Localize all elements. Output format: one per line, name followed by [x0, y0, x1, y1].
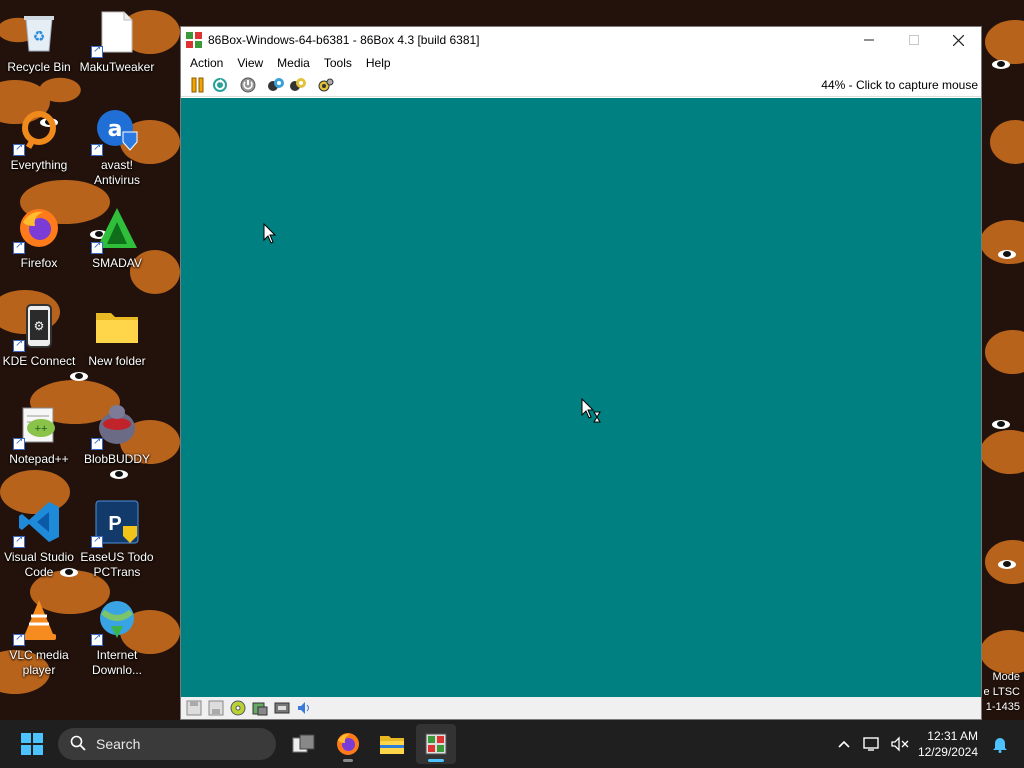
- desktop-icon-label: MakuTweaker: [79, 60, 155, 74]
- clock-time: 12:31 AM: [927, 729, 978, 743]
- menu-view[interactable]: View: [230, 53, 270, 73]
- folder-icon: [95, 304, 139, 348]
- speaker-muted-icon[interactable]: [886, 728, 914, 760]
- sound-volume-icon[interactable]: [293, 698, 315, 718]
- taskbar-firefox-button[interactable]: [328, 724, 368, 764]
- floppy-drive-a-icon[interactable]: [183, 698, 205, 718]
- desktop-icon-smadav[interactable]: SMADAV: [78, 206, 156, 271]
- floppy-drive-b-icon[interactable]: [205, 698, 227, 718]
- toolbar: 44% - Click to capture mouse: [181, 73, 981, 97]
- desktop-icon-vlc[interactable]: VLC media player: [0, 598, 78, 678]
- ctrl-alt-esc-button[interactable]: [287, 75, 309, 95]
- search-icon: [70, 735, 86, 754]
- desktop-icon-label: EaseUS Todo PCTrans: [80, 550, 154, 579]
- window-title: 86Box-Windows-64-b6381 - 86Box 4.3 [buil…: [208, 33, 480, 47]
- svg-text:a: a: [108, 117, 123, 142]
- windows-version-watermark: Mode e LTSC 1-1435: [983, 671, 1020, 713]
- svg-text:♻: ♻: [33, 28, 46, 44]
- acpi-shutdown-button[interactable]: [237, 75, 259, 95]
- 86box-app-icon[interactable]: [186, 32, 202, 48]
- desktop-icon-label: SMADAV: [92, 256, 142, 270]
- desktop-icon-label: Notepad++: [9, 452, 69, 466]
- pause-button[interactable]: [187, 75, 209, 95]
- taskbar: Search 12:31 AM 12/29/2024: [0, 720, 1024, 768]
- minimize-button[interactable]: [846, 27, 891, 53]
- network-adapter-icon[interactable]: [271, 698, 293, 718]
- desktop-icon-vscode[interactable]: Visual Studio Code: [0, 500, 78, 580]
- everything-search-icon: [13, 108, 61, 156]
- svg-text:P: P: [108, 513, 121, 535]
- menu-help[interactable]: Help: [359, 53, 398, 73]
- notification-bell-icon[interactable]: [986, 728, 1014, 760]
- desktop-icon-label: Everything: [10, 158, 68, 172]
- settings-gear-icon[interactable]: [315, 75, 337, 95]
- cdrom-drive-icon[interactable]: [227, 698, 249, 718]
- smadav-icon: [91, 206, 139, 254]
- desktop-icon-label: Recycle Bin: [7, 60, 71, 74]
- taskbar-file-explorer-button[interactable]: [372, 724, 412, 764]
- desktop-icon-notepadpp[interactable]: ++ Notepad++: [0, 402, 78, 467]
- hard-reset-button[interactable]: [209, 75, 231, 95]
- desktop-icon-label: Internet Downlo...: [91, 648, 143, 677]
- desktop-icon-everything[interactable]: Everything: [0, 108, 78, 173]
- search-placeholder: Search: [96, 736, 141, 752]
- vscode-icon: [13, 500, 61, 548]
- blobbuddy-icon: [91, 402, 139, 450]
- desktop-icon-label: avast! Antivirus: [93, 158, 140, 187]
- ctrl-alt-del-button[interactable]: [265, 75, 287, 95]
- task-view-button[interactable]: [284, 724, 324, 764]
- desktop-icon-new-folder[interactable]: New folder: [78, 304, 156, 369]
- avast-icon: a: [91, 108, 139, 156]
- desktop-icon-blobbuddy[interactable]: BlobBUDDY: [78, 402, 156, 467]
- busy-cursor-icon: [581, 397, 603, 431]
- desktop-icon-label: VLC media player: [9, 648, 69, 677]
- start-button[interactable]: [12, 724, 52, 764]
- mouse-capture-status: 44% - Click to capture mouse: [821, 77, 978, 92]
- menu-tools[interactable]: Tools: [317, 53, 359, 73]
- internet-download-manager-icon: [91, 598, 139, 646]
- desktop-icon-kde-connect[interactable]: ⚙ KDE Connect: [0, 304, 78, 369]
- maximize-button[interactable]: [891, 27, 936, 53]
- menu-action[interactable]: Action: [183, 53, 230, 73]
- easeus-pctrans-icon: P: [91, 500, 139, 548]
- title-bar[interactable]: 86Box-Windows-64-b6381 - 86Box 4.3 [buil…: [181, 27, 981, 53]
- notepad-plus-plus-icon: ++: [13, 402, 61, 450]
- status-bar: [181, 697, 981, 719]
- taskbar-clock[interactable]: 12:31 AM 12/29/2024: [914, 728, 986, 760]
- firefox-icon: [13, 206, 61, 254]
- desktop-icon-easeus[interactable]: P EaseUS Todo PCTrans: [78, 500, 156, 580]
- desktop-icon-firefox[interactable]: Firefox: [0, 206, 78, 271]
- vlc-icon: [13, 598, 61, 646]
- desktop-icon-label: BlobBUDDY: [83, 452, 151, 466]
- mouse-cursor-icon: [263, 222, 277, 248]
- kde-connect-icon: ⚙: [13, 304, 61, 352]
- recycle-bin-icon: ♻: [17, 10, 61, 54]
- taskbar-86box-button[interactable]: [416, 724, 456, 764]
- network-icon[interactable]: [858, 728, 886, 760]
- hard-disk-icon[interactable]: [249, 698, 271, 718]
- desktop-icon-idm[interactable]: Internet Downlo...: [78, 598, 156, 678]
- menu-bar: Action View Media Tools Help: [181, 53, 981, 73]
- close-button[interactable]: [936, 27, 981, 53]
- emulator-window[interactable]: 86Box-Windows-64-b6381 - 86Box 4.3 [buil…: [180, 26, 982, 720]
- desktop-icon-avast[interactable]: a avast! Antivirus: [78, 108, 156, 188]
- svg-text:⚙: ⚙: [34, 319, 45, 333]
- desktop-icon-label: Visual Studio Code: [4, 550, 74, 579]
- search-box[interactable]: Search: [58, 728, 276, 760]
- svg-text:++: ++: [35, 423, 48, 435]
- chevron-up-icon[interactable]: [830, 728, 858, 760]
- desktop-icon-label: New folder: [88, 354, 146, 368]
- desktop-icon-label: KDE Connect: [2, 354, 76, 368]
- menu-media[interactable]: Media: [270, 53, 317, 73]
- clock-date: 12/29/2024: [917, 745, 978, 759]
- desktop-icon-label: Firefox: [20, 256, 58, 270]
- file-icon: [91, 10, 139, 58]
- desktop-icon-recycle-bin[interactable]: ♻ Recycle Bin: [0, 10, 78, 75]
- desktop-icon-makutweaker[interactable]: MakuTweaker: [78, 10, 156, 75]
- system-tray: 12:31 AM 12/29/2024: [830, 720, 1024, 768]
